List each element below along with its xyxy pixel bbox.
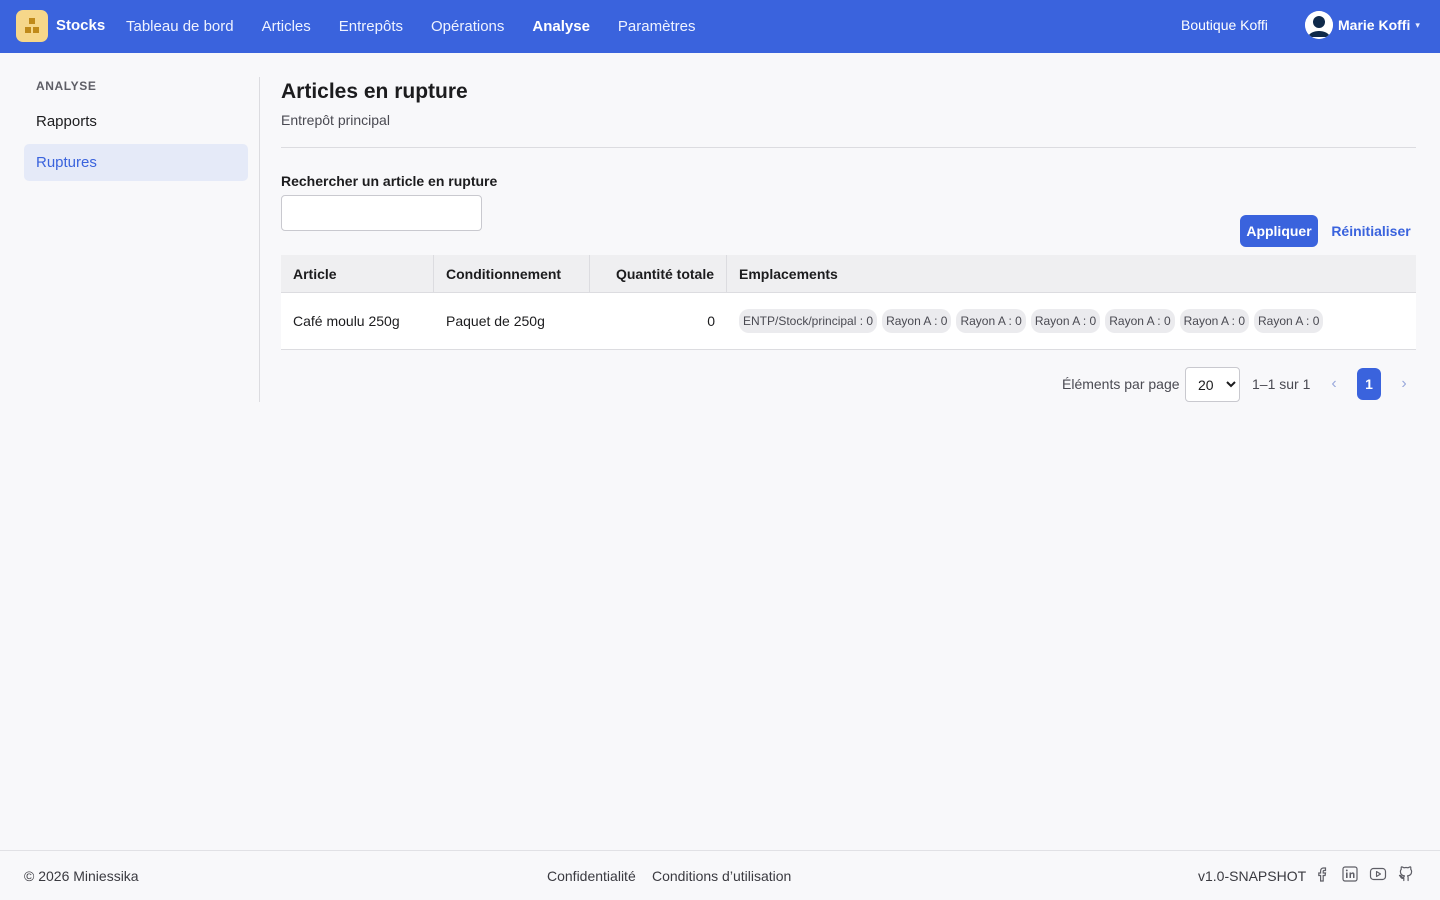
facebook-icon[interactable]: [1313, 865, 1331, 883]
column-header-quantity[interactable]: Quantité totale: [590, 255, 727, 293]
items-per-page-label: Éléments par page: [1062, 376, 1180, 392]
sidebar: ANALYSE Rapports Ruptures: [24, 77, 260, 402]
items-per-page-select[interactable]: 20: [1185, 367, 1240, 402]
reset-button[interactable]: Réinitialiser: [1327, 215, 1415, 247]
main-nav: Tableau de bord Articles Entrepôts Opéra…: [126, 0, 723, 53]
privacy-link[interactable]: Confidentialité: [547, 868, 636, 884]
cell-quantity: 0: [707, 313, 715, 329]
chevron-down-icon: ▾: [1415, 19, 1420, 30]
nav-item-articles[interactable]: Articles: [262, 18, 311, 35]
footer: © 2026 Miniessika Confidentialité Condit…: [0, 850, 1440, 900]
page-subtitle: Entrepôt principal: [281, 112, 390, 128]
location-chip: Rayon A : 0: [1030, 309, 1101, 333]
previous-page-button[interactable]: ‹: [1326, 374, 1342, 394]
location-chip: Rayon A : 0: [956, 309, 1026, 333]
shop-selector[interactable]: Boutique Koffi: [1181, 17, 1268, 33]
location-chip: ENTP/Stock/principal : 0: [739, 309, 878, 333]
version-label: v1.0-SNAPSHOT: [1198, 868, 1307, 884]
nav-item-settings[interactable]: Paramètres: [618, 18, 696, 35]
location-chip: Rayon A : 0: [882, 309, 952, 333]
app-logo-icon[interactable]: [16, 10, 48, 42]
sidebar-item-reports[interactable]: Rapports: [24, 103, 248, 140]
nav-item-dashboard[interactable]: Tableau de bord: [126, 18, 234, 35]
location-chip: Rayon A : 0: [1254, 309, 1324, 333]
search-input[interactable]: [281, 195, 482, 231]
user-name: Marie Koffi: [1338, 17, 1411, 33]
table-header: Article Conditionnement Quantité totale …: [281, 255, 1416, 293]
linkedin-icon[interactable]: [1341, 865, 1359, 883]
divider: [281, 147, 1416, 148]
table-row[interactable]: Café moulu 250g Paquet de 250g 0 ENTP/St…: [281, 293, 1416, 350]
youtube-icon[interactable]: [1369, 865, 1387, 883]
page-number-button[interactable]: 1: [1357, 368, 1381, 400]
apply-button[interactable]: Appliquer: [1240, 215, 1318, 247]
top-navbar: Stocks Tableau de bord Articles Entrepôt…: [0, 0, 1440, 53]
column-header-packaging[interactable]: Conditionnement: [434, 255, 590, 293]
location-chips: ENTP/Stock/principal : 0 Rayon A : 0 Ray…: [739, 309, 1328, 333]
nav-item-warehouses[interactable]: Entrepôts: [339, 18, 403, 35]
nav-item-operations[interactable]: Opérations: [431, 18, 504, 35]
sidebar-heading: ANALYSE: [36, 79, 97, 93]
column-header-locations[interactable]: Emplacements: [727, 255, 1416, 293]
pagination-range: 1–1 sur 1: [1252, 376, 1311, 392]
github-icon[interactable]: [1397, 865, 1415, 883]
nav-item-analysis[interactable]: Analyse: [532, 18, 590, 35]
column-header-article[interactable]: Article: [281, 255, 434, 293]
cell-article: Café moulu 250g: [293, 313, 400, 329]
sidebar-item-stockouts[interactable]: Ruptures: [24, 144, 248, 181]
brand-name[interactable]: Stocks: [56, 17, 105, 34]
page-title: Articles en rupture: [281, 80, 468, 103]
search-label: Rechercher un article en rupture: [281, 173, 498, 189]
terms-link[interactable]: Conditions d’utilisation: [652, 868, 791, 884]
copyright: © 2026 Miniessika: [24, 868, 139, 884]
cell-packaging: Paquet de 250g: [446, 313, 545, 329]
avatar-icon: [1305, 11, 1333, 39]
next-page-button[interactable]: ›: [1396, 374, 1412, 394]
location-chip: Rayon A : 0: [1179, 309, 1250, 333]
user-menu[interactable]: Marie Koffi ▾: [1305, 11, 1420, 39]
location-chip: Rayon A : 0: [1105, 309, 1175, 333]
